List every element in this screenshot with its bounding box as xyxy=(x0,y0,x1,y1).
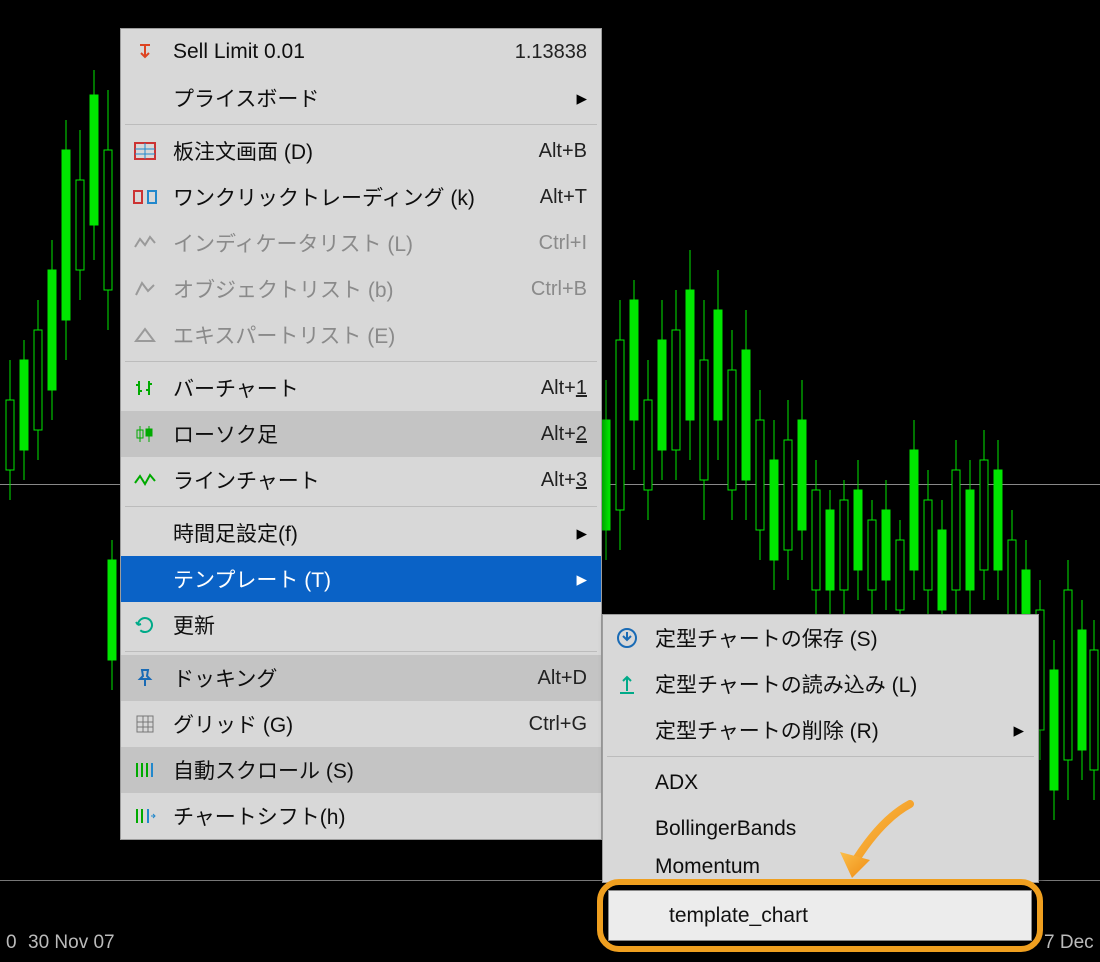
menu-expert-list[interactable]: エキスパートリスト (E) xyxy=(121,312,601,358)
x-tick: 0 xyxy=(6,932,17,954)
chart-shift-icon xyxy=(127,807,163,825)
separator xyxy=(125,506,597,507)
line-chart-icon xyxy=(127,473,163,487)
menu-refresh[interactable]: 更新 xyxy=(121,602,601,648)
grid-icon xyxy=(127,715,163,733)
shortcut: Alt+3 xyxy=(541,469,587,492)
x-tick: 7 Dec xyxy=(1044,932,1094,954)
menu-object-list[interactable]: オブジェクトリスト (b) Ctrl+B xyxy=(121,266,601,312)
menu-timeframe[interactable]: 時間足設定(f) ▸ xyxy=(121,510,601,556)
shortcut: Alt+B xyxy=(539,140,587,163)
menu-depth-of-market[interactable]: 板注文画面 (D) Alt+B xyxy=(121,128,601,174)
menu-label: 板注文画面 (D) xyxy=(173,136,539,166)
menu-bar-chart[interactable]: バーチャート Alt+1 xyxy=(121,365,601,411)
shortcut: Ctrl+I xyxy=(539,232,587,255)
annotation-arrow xyxy=(810,800,920,900)
refresh-icon xyxy=(127,615,163,635)
pin-icon xyxy=(127,668,163,688)
menu-label: Sell Limit 0.01 xyxy=(173,40,515,64)
menu-candlesticks[interactable]: ローソク足 Alt+2 xyxy=(121,411,601,457)
shortcut: Alt+2 xyxy=(541,423,587,446)
depth-icon xyxy=(127,142,163,160)
menu-label: ローソク足 xyxy=(173,419,541,449)
shortcut: Ctrl+G xyxy=(529,713,587,736)
menu-line-chart[interactable]: ラインチャート Alt+3 xyxy=(121,457,601,503)
menu-label: バーチャート xyxy=(173,373,541,403)
submenu-template-chart[interactable]: template_chart xyxy=(608,890,1032,941)
menu-label: インディケータリスト (L) xyxy=(173,228,539,258)
submenu-arrow-icon: ▸ xyxy=(576,521,587,546)
candlestick-icon xyxy=(127,425,163,443)
menu-label: ドッキング xyxy=(173,663,538,693)
x-tick: 30 Nov 07 xyxy=(28,932,115,954)
shortcut: Alt+1 xyxy=(541,377,587,400)
separator xyxy=(125,124,597,125)
indicators-icon xyxy=(127,235,163,251)
separator xyxy=(125,361,597,362)
submenu-load-template[interactable]: 定型チャートの読み込み (L) xyxy=(603,661,1038,707)
menu-label: 定型チャートの読み込み (L) xyxy=(655,669,1038,699)
submenu-remove-template[interactable]: 定型チャートの削除 (R) ▸ xyxy=(603,707,1038,753)
submenu-save-template[interactable]: 定型チャートの保存 (S) xyxy=(603,615,1038,661)
save-icon xyxy=(609,627,645,649)
load-icon xyxy=(609,673,645,695)
menu-docking[interactable]: ドッキング Alt+D xyxy=(121,655,601,701)
menu-label: template_chart xyxy=(669,904,808,928)
menu-oneclick-trading[interactable]: ワンクリックトレーディング (k) Alt+T xyxy=(121,174,601,220)
menu-sell-limit[interactable]: Sell Limit 0.01 1.13838 xyxy=(121,29,601,75)
menu-priceboard[interactable]: プライスボード ▸ xyxy=(121,75,601,121)
menu-grid[interactable]: グリッド (G) Ctrl+G xyxy=(121,701,601,747)
submenu-arrow-icon: ▸ xyxy=(576,86,587,111)
price-value: 1.13838 xyxy=(515,41,587,64)
menu-label: 時間足設定(f) xyxy=(173,518,576,548)
menu-chart-shift[interactable]: チャートシフト(h) xyxy=(121,793,601,839)
menu-autoscroll[interactable]: 自動スクロール (S) xyxy=(121,747,601,793)
menu-label: ワンクリックトレーディング (k) xyxy=(173,182,540,212)
shortcut: Alt+D xyxy=(538,667,587,690)
menu-label: エキスパートリスト (E) xyxy=(173,320,601,350)
menu-label: テンプレート (T) xyxy=(173,564,576,594)
separator xyxy=(125,651,597,652)
menu-label: グリッド (G) xyxy=(173,709,529,739)
submenu-arrow-icon: ▸ xyxy=(576,567,587,592)
menu-label: プライスボード xyxy=(173,83,576,113)
context-menu: Sell Limit 0.01 1.13838 プライスボード ▸ 板注文画面 … xyxy=(120,28,602,840)
bar-chart-icon xyxy=(127,379,163,397)
menu-template[interactable]: テンプレート (T) ▸ xyxy=(121,556,601,602)
submenu-arrow-icon: ▸ xyxy=(1013,718,1024,743)
sell-arrow-icon xyxy=(127,42,163,62)
menu-label: チャートシフト(h) xyxy=(173,801,601,831)
menu-label: 自動スクロール (S) xyxy=(173,755,601,785)
objects-icon xyxy=(127,281,163,297)
autoscroll-icon xyxy=(127,761,163,779)
oneclick-icon xyxy=(127,188,163,206)
menu-label: ADX xyxy=(655,771,1038,795)
menu-label: ラインチャート xyxy=(173,465,541,495)
expert-icon xyxy=(127,327,163,343)
menu-label: 定型チャートの保存 (S) xyxy=(655,623,1038,653)
menu-label: 更新 xyxy=(173,610,601,640)
separator xyxy=(607,756,1034,757)
shortcut: Alt+T xyxy=(540,186,587,209)
shortcut: Ctrl+B xyxy=(531,278,587,301)
menu-label: オブジェクトリスト (b) xyxy=(173,274,531,304)
menu-label: 定型チャートの削除 (R) xyxy=(655,715,1013,745)
menu-indicator-list[interactable]: インディケータリスト (L) Ctrl+I xyxy=(121,220,601,266)
